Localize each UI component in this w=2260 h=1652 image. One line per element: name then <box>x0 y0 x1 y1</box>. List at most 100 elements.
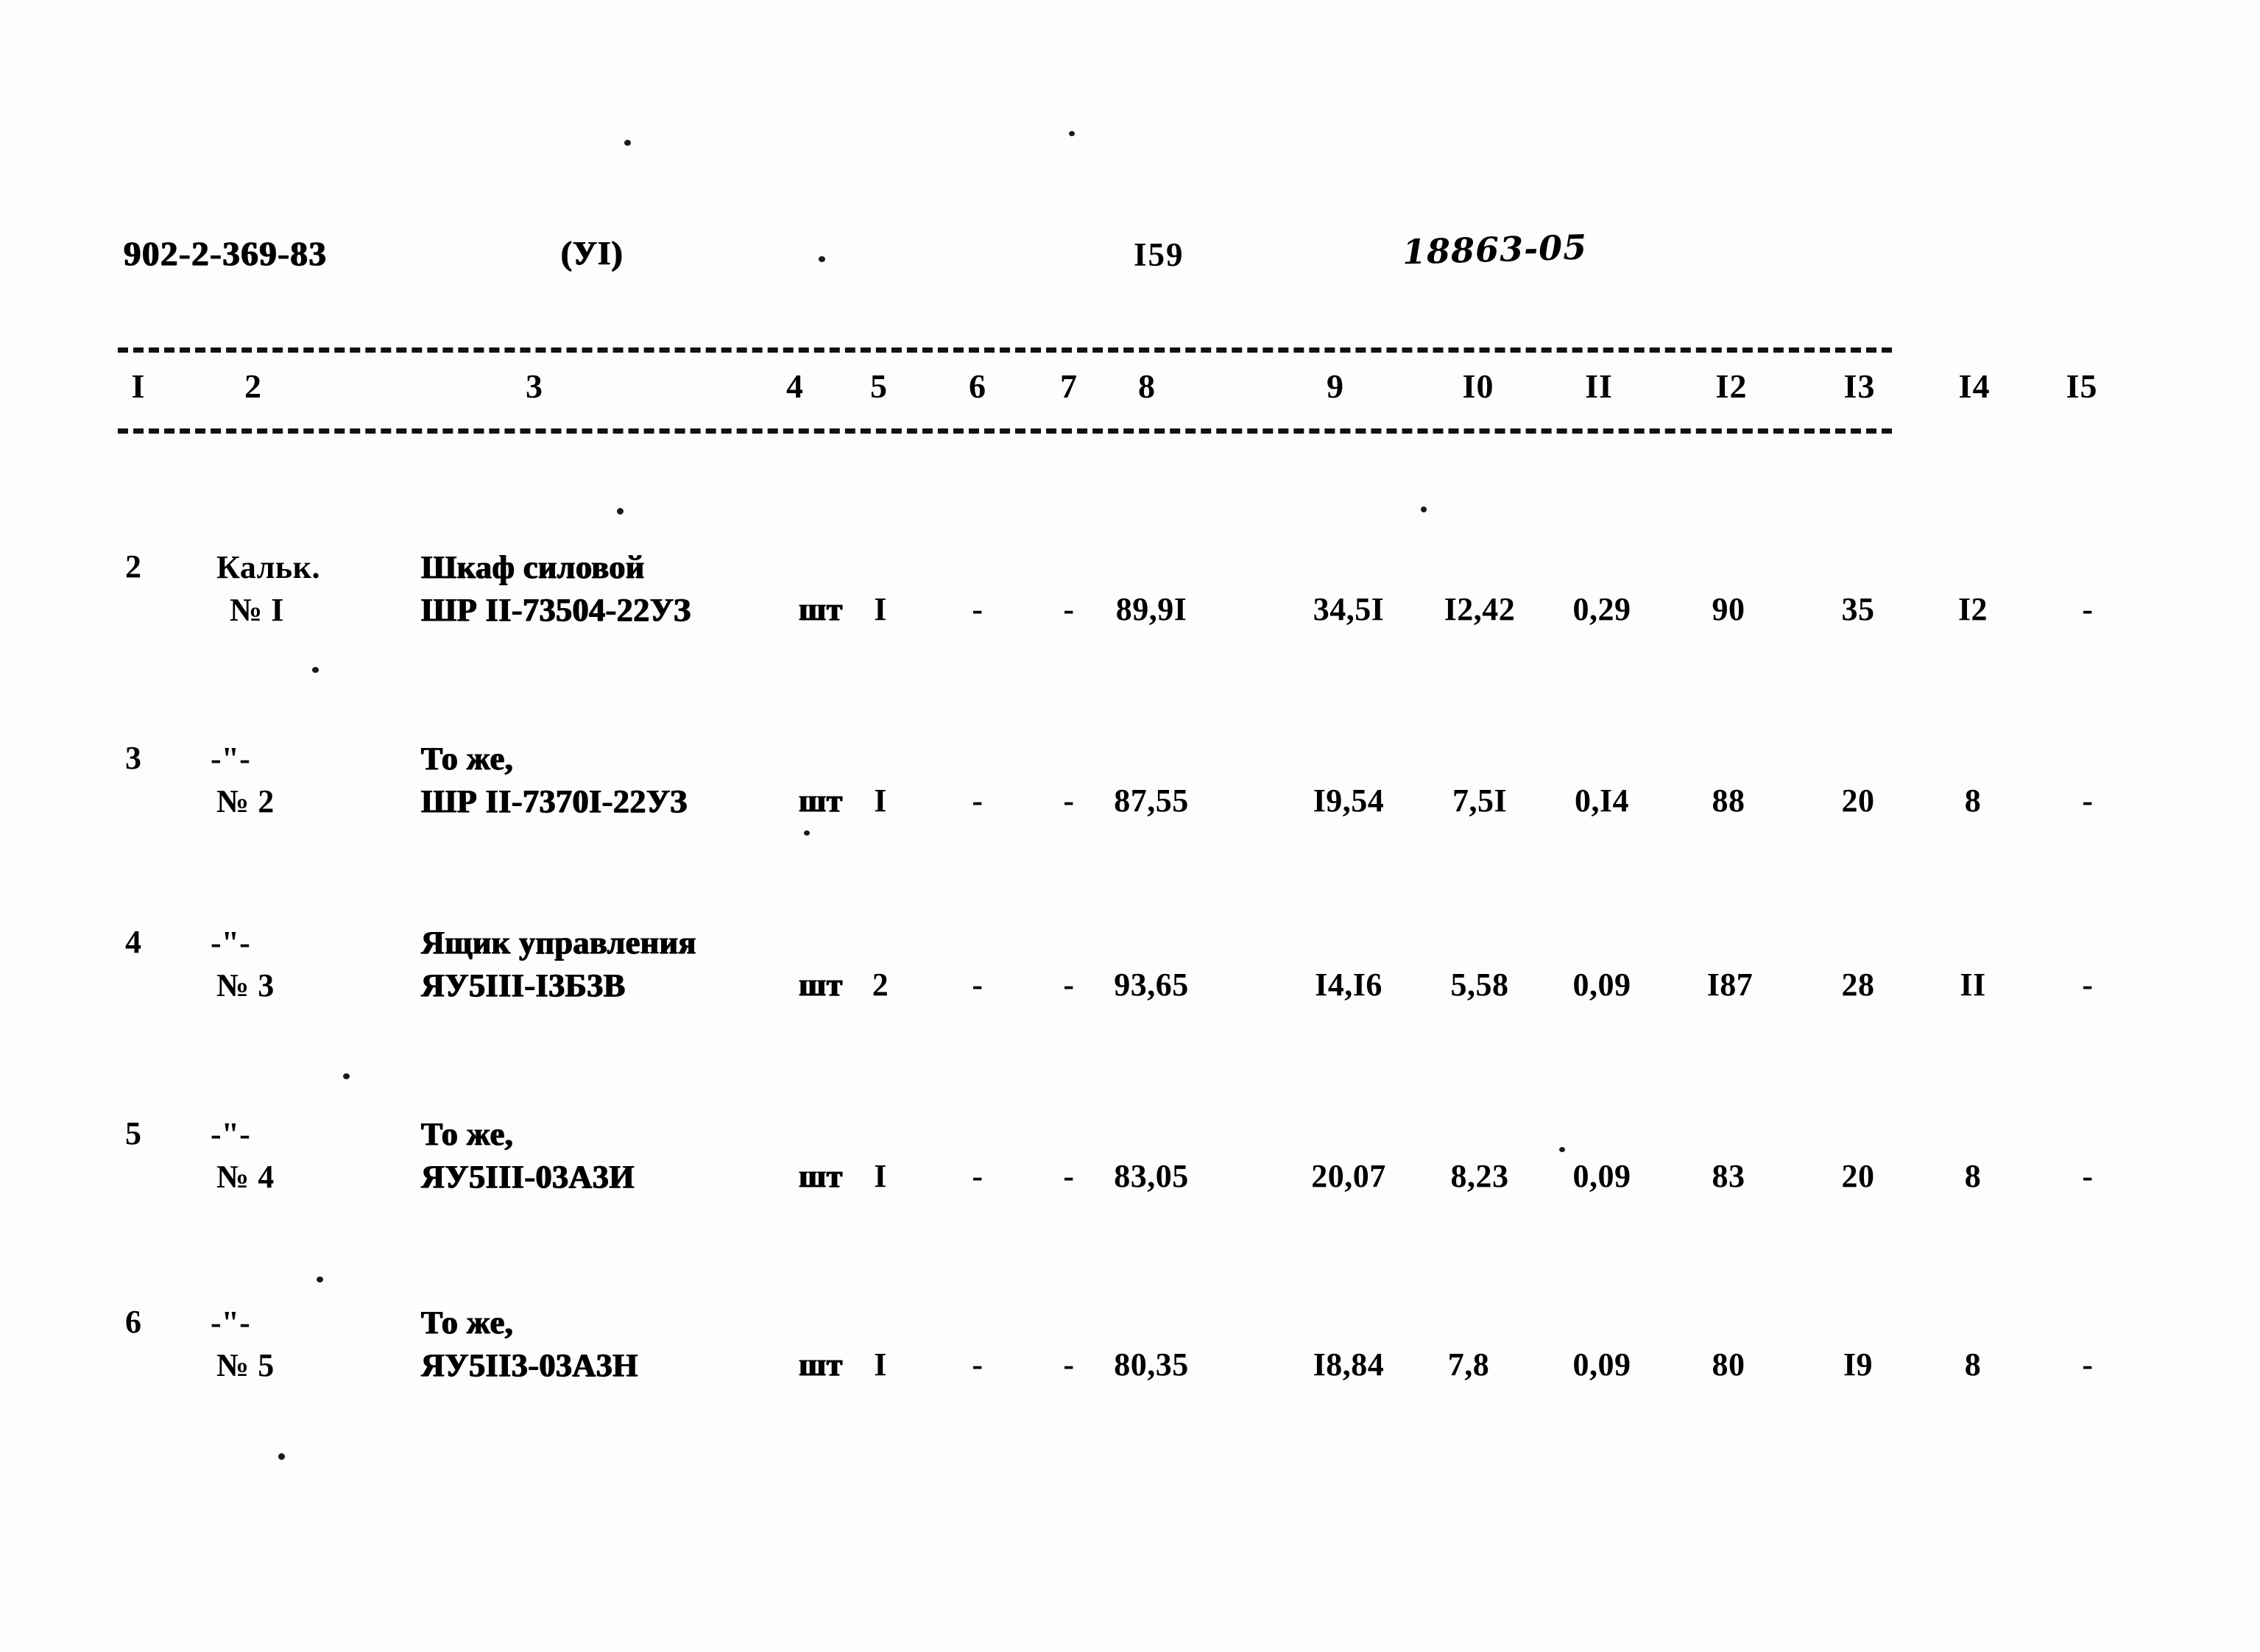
cell-col5: I <box>874 783 887 819</box>
cell-col11: 0,09 <box>1572 1158 1631 1194</box>
cell-col3: То же, ЯУ5III-03А3И <box>421 1113 635 1199</box>
cell-col14: II <box>1960 967 1986 1003</box>
cell-col9: 34,5I <box>1313 591 1385 627</box>
cell-col13: 20 <box>1841 783 1875 819</box>
cell-col5: I <box>874 1158 887 1194</box>
cell-col2: -"- № 2 <box>211 738 275 823</box>
cell-col7: - <box>1063 1158 1075 1194</box>
cell-col5: I <box>874 591 887 627</box>
cell-col15: - <box>2082 1346 2094 1383</box>
cell-col13: 20 <box>1841 1158 1875 1194</box>
cell-col6: - <box>972 1158 984 1194</box>
cell-col7: - <box>1063 1346 1075 1383</box>
cell-col3-line2: ЯУ5III-03А3И <box>421 1159 635 1195</box>
cell-col10: I2,42 <box>1444 591 1516 627</box>
cell-col10: 7,5I <box>1452 783 1508 819</box>
cell-col15: - <box>2082 783 2094 819</box>
cell-col8: 89,9I <box>1115 591 1187 627</box>
cell-col2-line1: -"- <box>211 1116 250 1152</box>
scanned-document-page: 902-2-369-83 (УI) I59 18863-05 I 2 3 4 5… <box>0 0 2260 1652</box>
cell-col7: - <box>1063 783 1075 819</box>
cell-col3-line1: То же, <box>421 741 514 777</box>
cell-col6: - <box>972 591 984 627</box>
cell-col2-line1: Кальк. <box>216 549 321 585</box>
cell-col2-line1: -"- <box>211 1305 250 1341</box>
cell-col15: - <box>2082 967 2094 1003</box>
cell-col1: 4 <box>125 924 142 960</box>
cell-col1: 3 <box>125 740 142 776</box>
cell-col11: 0,09 <box>1572 967 1631 1003</box>
table-row: 2 Кальк. № I Шкаф силовой ШР II-73504-22… <box>0 546 2260 635</box>
table-body: 2 Кальк. № I Шкаф силовой ШР II-73504-22… <box>0 0 2260 1652</box>
cell-col10: 8,23 <box>1450 1158 1509 1194</box>
cell-col14: 8 <box>1964 1346 1982 1383</box>
table-row: 4 -"- № 3 Ящик управления ЯУ5III-I3Б3В ш… <box>0 922 2260 1010</box>
cell-col4: шт <box>799 1158 843 1194</box>
cell-col4: шт <box>799 1346 843 1383</box>
cell-col2-line2: № 2 <box>216 783 275 819</box>
cell-col6: - <box>972 967 984 1003</box>
cell-col15: - <box>2082 591 2094 627</box>
cell-col3-line2: ШР II-7370I-22УЗ <box>421 783 688 819</box>
cell-col8: 93,65 <box>1114 967 1189 1003</box>
cell-col12: 88 <box>1712 783 1745 819</box>
cell-col13: 35 <box>1841 591 1875 627</box>
cell-col1: 2 <box>125 548 142 585</box>
cell-col5: 2 <box>872 967 889 1003</box>
table-row: 3 -"- № 2 То же, ШР II-7370I-22УЗ шт I -… <box>0 738 2260 826</box>
cell-col1: 5 <box>125 1115 142 1151</box>
table-row: 6 -"- № 5 То же, ЯУ5II3-03А3Н шт I - - 8… <box>0 1302 2260 1390</box>
cell-col12: 90 <box>1712 591 1745 627</box>
cell-col2-line1: -"- <box>211 925 250 961</box>
cell-col6: - <box>972 1346 984 1383</box>
cell-col2-line1: -"- <box>211 741 250 777</box>
cell-col7: - <box>1063 967 1075 1003</box>
cell-col2-line2: № I <box>230 592 284 628</box>
cell-col3: То же, ЯУ5II3-03А3Н <box>421 1302 638 1387</box>
cell-col3-line1: Шкаф силовой <box>421 549 645 585</box>
cell-col3-line1: То же, <box>421 1305 514 1341</box>
cell-col3-line2: ЯУ5II3-03А3Н <box>421 1347 638 1383</box>
cell-col14: I2 <box>1957 591 1988 627</box>
cell-col2-line2: № 4 <box>216 1159 275 1195</box>
cell-col2: Кальк. № I <box>216 546 320 632</box>
cell-col2-line2: № 5 <box>216 1347 275 1383</box>
cell-col13: 28 <box>1841 967 1875 1003</box>
cell-col9: 20,07 <box>1311 1158 1386 1194</box>
cell-col12: 80 <box>1712 1346 1745 1383</box>
cell-col15: - <box>2082 1158 2094 1194</box>
cell-col3-line2: ЯУ5III-I3Б3В <box>421 967 626 1003</box>
cell-col6: - <box>972 783 984 819</box>
cell-col10: 7,8 <box>1447 1346 1490 1383</box>
cell-col12: 83 <box>1712 1158 1745 1194</box>
cell-col13: I9 <box>1843 1346 1874 1383</box>
cell-col14: 8 <box>1964 783 1982 819</box>
cell-col2: -"- № 4 <box>211 1113 275 1199</box>
cell-col3: Ящик управления ЯУ5III-I3Б3В <box>421 922 696 1007</box>
cell-col4: шт <box>799 591 843 627</box>
cell-col9: I9,54 <box>1313 783 1385 819</box>
cell-col5: I <box>874 1346 887 1383</box>
cell-col9: I8,84 <box>1313 1346 1385 1383</box>
cell-col11: 0,29 <box>1572 591 1631 627</box>
cell-col10: 5,58 <box>1450 967 1509 1003</box>
cell-col2: -"- № 5 <box>211 1302 275 1387</box>
cell-col3-line2: ШР II-73504-22УЗ <box>421 592 691 628</box>
cell-col3: То же, ШР II-7370I-22УЗ <box>421 738 688 823</box>
cell-col11: 0,I4 <box>1574 783 1630 819</box>
cell-col2: -"- № 3 <box>211 922 275 1007</box>
cell-col7: - <box>1063 591 1075 627</box>
cell-col3: Шкаф силовой ШР II-73504-22УЗ <box>421 546 691 632</box>
cell-col8: 83,05 <box>1114 1158 1189 1194</box>
cell-col14: 8 <box>1964 1158 1982 1194</box>
cell-col12: I87 <box>1706 967 1754 1003</box>
cell-col8: 87,55 <box>1114 783 1189 819</box>
cell-col2-line2: № 3 <box>216 967 275 1003</box>
cell-col1: 6 <box>125 1304 142 1340</box>
cell-col4: шт <box>799 783 843 819</box>
table-row: 5 -"- № 4 То же, ЯУ5III-03А3И шт I - - 8… <box>0 1113 2260 1201</box>
cell-col8: 80,35 <box>1114 1346 1189 1383</box>
cell-col11: 0,09 <box>1572 1346 1631 1383</box>
cell-col4: шт <box>799 967 843 1003</box>
cell-col3-line1: Ящик управления <box>421 925 696 961</box>
